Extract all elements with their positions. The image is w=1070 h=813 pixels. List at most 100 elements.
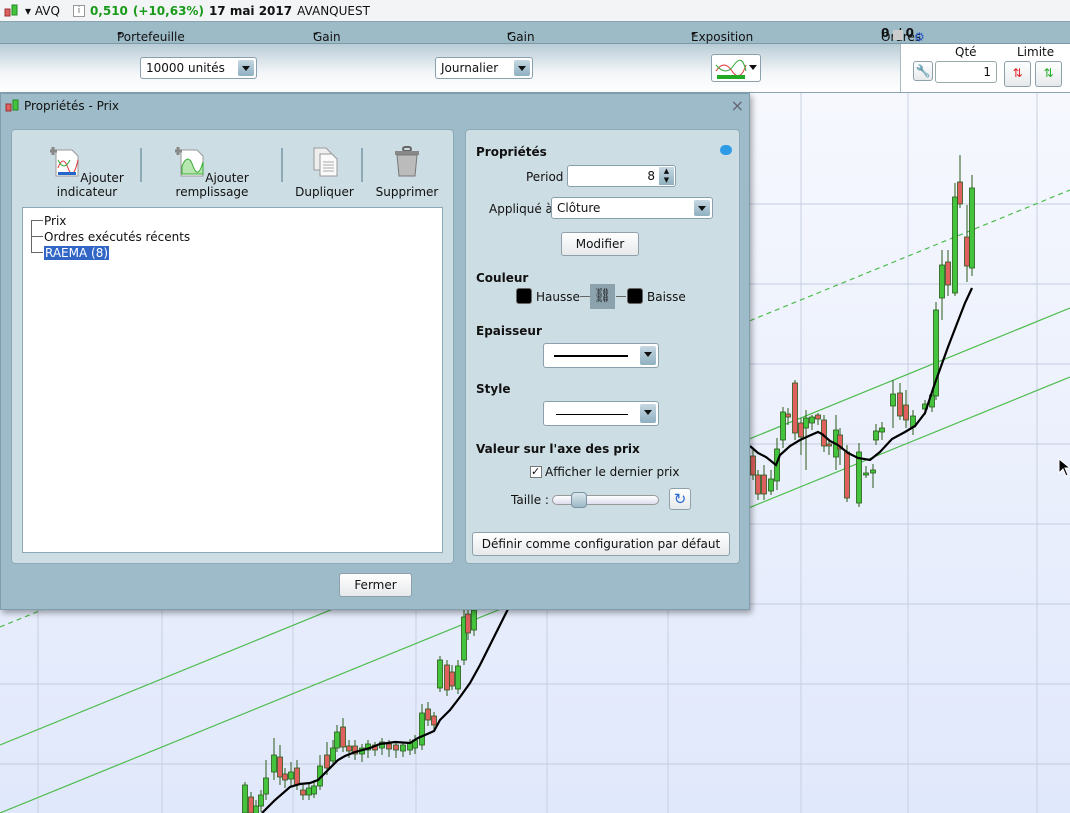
candle-body (449, 671, 455, 687)
candle-body (890, 393, 896, 407)
candle-body (258, 794, 264, 807)
tree-item-raema[interactable]: RAEMA (8) (31, 245, 110, 260)
candle-body (945, 261, 951, 286)
link-line (616, 296, 626, 297)
qty-label: Qté (955, 45, 977, 59)
limit-buy-sell-button[interactable]: ⇅ (1004, 61, 1031, 87)
show-last-price-label: Afficher le dernier prix (545, 465, 680, 479)
close-button[interactable]: Fermer (339, 573, 412, 597)
divider (281, 148, 283, 182)
candle-body (253, 805, 259, 813)
properties-panel: Propriétés Period 8 ▲ ▼ Appliqué à Clôture… (465, 129, 740, 564)
slider-thumb[interactable] (571, 492, 588, 508)
candle-body (431, 715, 437, 726)
candle-body (879, 427, 885, 433)
candle-body (897, 392, 903, 417)
candle-body (334, 731, 340, 749)
candle-body (761, 474, 767, 495)
candlestick-icon (4, 4, 18, 16)
down-color-swatch[interactable] (627, 288, 643, 304)
size-slider[interactable] (552, 492, 659, 508)
add-fill-icon (174, 147, 204, 177)
modify-button[interactable]: Modifier (561, 232, 639, 256)
gain-jour-stat: Gain Jour : - (507, 26, 535, 72)
period-spinner[interactable]: 8 ▲ ▼ (567, 165, 676, 187)
up-color-swatch[interactable] (516, 288, 532, 304)
applied-select[interactable]: Clôture (551, 197, 713, 219)
up-label: Hausse (536, 290, 580, 304)
tree-item-orders[interactable]: Ordres exécutés récents (31, 229, 190, 244)
candle-body (393, 744, 399, 751)
portefeuille-stat: Portefeuille : - (117, 26, 185, 58)
candle-body (750, 455, 756, 476)
qty-input[interactable]: 1 (935, 61, 997, 83)
info-icon[interactable]: i (72, 4, 85, 17)
properties-dialog: Propriétés - Prix × Ajouter indicateur A… (0, 93, 750, 610)
add-fill-button[interactable]: Ajouter remplissage (152, 146, 272, 199)
candle-body (809, 416, 815, 424)
candle-body (425, 708, 431, 721)
delete-button[interactable]: Supprimer (372, 146, 442, 199)
candle-body (271, 754, 277, 773)
candle-body (282, 773, 288, 781)
set-default-button[interactable]: Définir comme configuration par défaut (472, 532, 730, 556)
candle-body (386, 743, 392, 750)
refresh-icon: ↻ (673, 490, 687, 508)
chevron-down-icon (514, 60, 530, 76)
thickness-select[interactable] (543, 343, 659, 368)
period-select[interactable]: Journalier (435, 57, 533, 79)
wrench-icon: 🔧 (915, 64, 931, 78)
period-label: Period (526, 170, 564, 184)
candle-body (863, 472, 869, 476)
layers-tree[interactable]: Prix Ordres exécutés récents RAEMA (8) (22, 207, 443, 553)
dialog-titlebar[interactable]: Propriétés - Prix × (1, 94, 749, 118)
show-last-price-checkbox[interactable]: ✓ (530, 466, 542, 478)
applied-label: Appliqué à (489, 202, 553, 216)
candlestick-icon (5, 99, 19, 112)
wrench-button[interactable]: 🔧 (913, 61, 933, 81)
candle-body (437, 659, 443, 689)
chevron-down-icon (238, 60, 254, 76)
candle-body (311, 785, 317, 795)
style-select[interactable] (543, 401, 659, 426)
order-arrows-icon: ⇅ (1043, 66, 1054, 80)
layers-panel: Ajouter indicateur Ajouter remplissage D… (11, 129, 454, 564)
divider (361, 148, 363, 182)
exposition-stat: Exposition : - (691, 26, 754, 58)
candle-body (785, 413, 791, 418)
candle-body (903, 404, 909, 421)
candle-body (803, 417, 809, 429)
dialog-title: Propriétés - Prix (24, 99, 119, 113)
gear-icon[interactable]: ⚙ (914, 30, 925, 44)
quantity-select[interactable]: 10000 unités (140, 57, 257, 79)
portfolio-stats: Portefeuille : - Gain latent : - Gain Jo… (0, 22, 1070, 72)
spinner-arrows-icon[interactable]: ▲ ▼ (659, 167, 674, 185)
add-indicator-button[interactable]: Ajouter indicateur (27, 146, 147, 199)
candle-body (957, 181, 963, 205)
chevron-down-icon (694, 200, 710, 216)
limit-order-button[interactable]: ⇅ (1035, 61, 1062, 87)
duplicate-button[interactable]: Dupliquer (292, 146, 357, 199)
thickness-preview (554, 355, 628, 357)
candle-body (242, 784, 248, 813)
instrument-name: AVANQUEST (297, 3, 370, 18)
candle-body (755, 474, 761, 495)
close-icon[interactable]: × (731, 96, 744, 115)
candle-body (780, 411, 786, 441)
indicator-icon (715, 59, 747, 79)
mouse-cursor-icon (1058, 458, 1070, 477)
candle-body (263, 777, 269, 795)
reset-size-button[interactable]: ↻ (669, 488, 691, 510)
candle-body (792, 382, 798, 434)
tree-item-prix[interactable]: Prix (31, 213, 66, 228)
candle-body (768, 478, 774, 492)
symbol-dropdown[interactable]: ▾ AVQ (25, 4, 60, 18)
link-colors-icon[interactable]: ⛓ (590, 284, 615, 309)
add-indicator-icon (49, 147, 79, 177)
help-bubble-icon[interactable] (720, 145, 732, 155)
instrument-bar: ▾ AVQ i 0,510 (+10,63%) 17 mai 2017 AVAN… (0, 0, 1070, 22)
add-indicator-menu-button[interactable] (711, 54, 761, 82)
buy-sell-arrows-icon: ⇅ (1012, 66, 1023, 80)
orders-cancel-icon[interactable] (893, 30, 904, 40)
candle-body (306, 787, 312, 796)
